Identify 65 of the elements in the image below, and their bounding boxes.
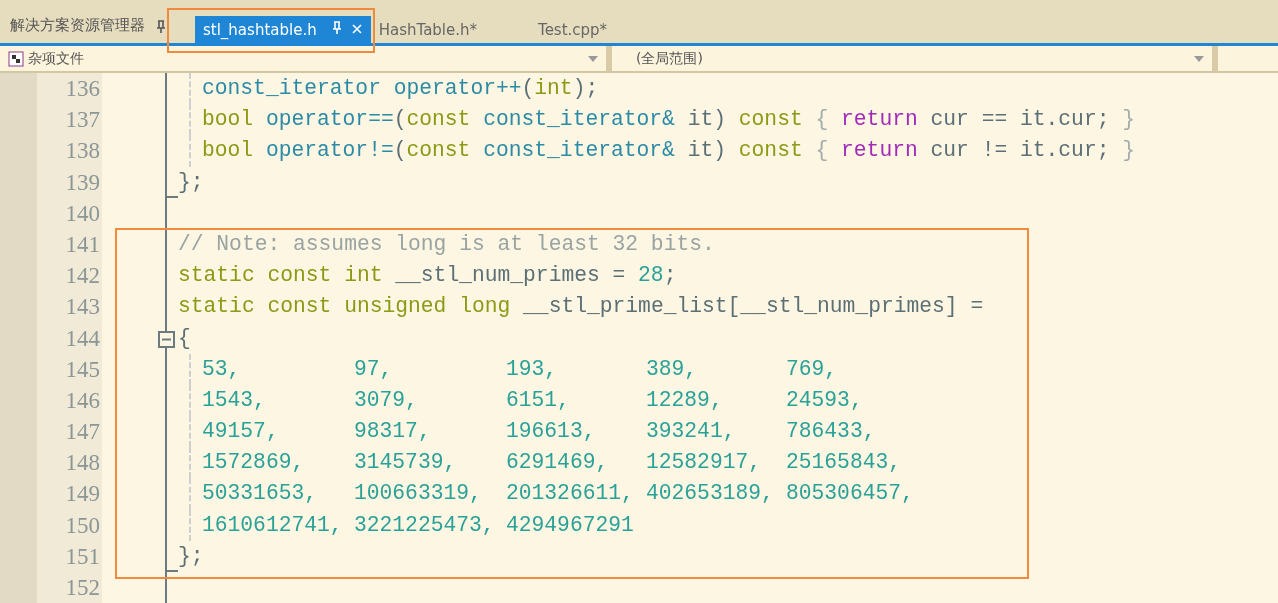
code-text: 3079, [354, 386, 419, 414]
code-text: 100663319, [354, 480, 483, 508]
code-text: 196613, [506, 418, 597, 446]
scope-dropdown[interactable]: (全局范围) [612, 46, 1218, 71]
code-text: 6291469, [506, 449, 610, 477]
code-text: 3145739, [354, 449, 458, 477]
line-number: 152 [37, 572, 102, 603]
code-text: 1610612741, [202, 511, 344, 539]
line-number: 146 [37, 384, 102, 417]
code-line: }; [178, 543, 204, 568]
line-number: 150 [37, 509, 102, 541]
file-tab[interactable]: HashTable.h* [370, 16, 485, 43]
line-number: 144 [37, 322, 102, 354]
file-icon [8, 50, 24, 67]
code-text: 53, [202, 355, 242, 383]
pin-icon[interactable] [155, 20, 167, 34]
file-tab[interactable]: stl_hashtable.h [195, 16, 371, 43]
code-text: 6151, [506, 386, 571, 414]
code-text: 24593, [786, 386, 863, 414]
code-text: 805306457, [786, 480, 914, 508]
close-icon[interactable] [350, 23, 363, 35]
line-number: 142 [37, 260, 102, 292]
code-text: 402653189, [646, 480, 775, 508]
code-line: }; [178, 169, 204, 194]
line-number: 136 [37, 73, 102, 105]
caret-icon [1194, 55, 1204, 62]
line-number: 147 [37, 416, 102, 448]
line-number: 139 [37, 166, 102, 198]
line-number: 148 [37, 447, 102, 479]
code-text: 193, [506, 355, 559, 383]
code-text: 769, [786, 355, 838, 383]
line-number: 151 [37, 540, 102, 572]
code-text: 98317, [354, 418, 432, 446]
code-line: // Note: assumes long is at least 32 bits. [178, 231, 715, 256]
code-text: 201326611, [506, 480, 635, 508]
code-text: 389, [646, 355, 699, 383]
code-text: 25165843, [786, 449, 902, 477]
code-text: 12582917, [646, 449, 763, 477]
line-number: 141 [37, 228, 102, 261]
line-number: 149 [37, 478, 102, 510]
file-tab[interactable]: Test.cpp* [530, 16, 616, 43]
panel-title: 解决方案资源管理器 [9, 14, 145, 36]
code-line: bool operator==(const const_iterator& it) const { return cur == it.cur; } [202, 107, 1135, 132]
code-text: 3221225473, [354, 511, 496, 539]
code-text: 4294967291 [506, 511, 634, 539]
caret-icon [588, 55, 598, 62]
code-text: 393241, [646, 418, 737, 446]
code-line: const_iterator operator++(int); [202, 76, 599, 100]
code-line: static const unsigned long __stl_prime_list[__stl_num_primes] = [178, 294, 984, 319]
code-text: 1572869, [202, 449, 306, 477]
line-number: 140 [37, 197, 102, 229]
code-line: bool operator!=(const const_iterator& it) const { return cur != it.cur; } [202, 138, 1135, 163]
line-number: 145 [37, 353, 102, 385]
code-line: { [178, 325, 191, 350]
code-text: 50331653, [202, 480, 319, 508]
collapse-icon[interactable] [158, 330, 175, 348]
line-number: 143 [37, 291, 102, 323]
code-text: 97, [354, 355, 394, 383]
code-text: 786433, [786, 418, 876, 446]
code-text: 1543, [202, 386, 267, 414]
code-line: static const int __stl_num_primes = 28; [178, 263, 677, 288]
line-number: 137 [37, 104, 102, 136]
code-text: 12289, [646, 386, 724, 414]
code-text: 49157, [202, 418, 280, 446]
line-number: 138 [37, 135, 102, 167]
